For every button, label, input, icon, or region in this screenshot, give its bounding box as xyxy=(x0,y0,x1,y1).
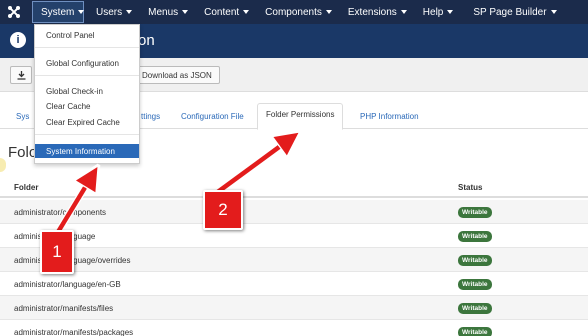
annotation-label: 2 xyxy=(218,200,228,219)
annotation-badge-2: 2 xyxy=(203,190,243,230)
annotation-label: 1 xyxy=(52,242,62,261)
annotation-arrow-1-fill xyxy=(56,176,92,234)
annotation-arrows xyxy=(54,0,588,236)
annotation-badge-1: 1 xyxy=(40,230,74,274)
annotation-arrow-2-fill xyxy=(213,139,290,196)
